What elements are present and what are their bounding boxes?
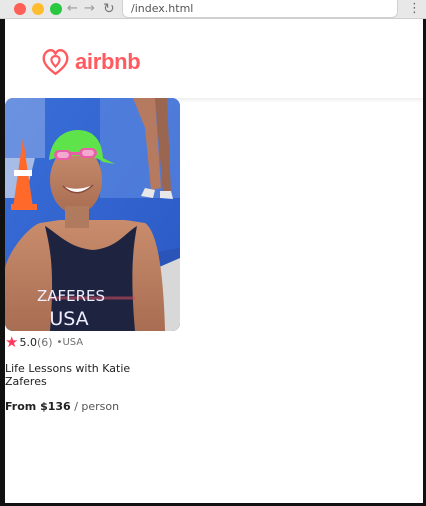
rating-row: ★ 5.0 (6) •USA [5,334,83,350]
address-bar[interactable]: /index.html [122,0,398,18]
photo-text-line1: ZAFERES [37,287,105,305]
rating-value: 5.0 [19,335,37,349]
browser-window: ← → ↻ /index.html ⋮ airbnb ZAFERES USA ★… [0,0,426,506]
arrow-right-icon[interactable]: → [84,0,95,18]
logo-text: airbnb [75,49,141,74]
minimize-window-button[interactable] [32,3,44,15]
price-row: From $136 / person [5,400,119,413]
maximize-window-button[interactable] [50,3,62,15]
price-value: From $136 [5,400,71,413]
review-count: (6) [36,335,53,349]
photo-text-line2: USA [49,308,88,330]
location-label: •USA [56,336,84,348]
price-unit: / person [70,400,120,413]
arrow-left-icon[interactable]: ← [67,0,78,18]
close-window-button[interactable] [14,3,26,15]
star-icon: ★ [5,332,19,351]
airbnb-belo-icon [42,49,69,75]
kebab-menu-icon[interactable]: ⋮ [408,0,421,18]
airbnb-logo[interactable]: airbnb [41,46,141,78]
window-frame-left [0,19,5,506]
site-header: airbnb [5,28,423,98]
athlete-photo[interactable]: ZAFERES USA [5,98,180,331]
experience-title[interactable]: Life Lessons with Katie Zaferes [5,362,155,388]
browser-toolbar: ← → ↻ /index.html ⋮ [0,0,426,19]
reload-icon[interactable]: ↻ [103,0,115,18]
